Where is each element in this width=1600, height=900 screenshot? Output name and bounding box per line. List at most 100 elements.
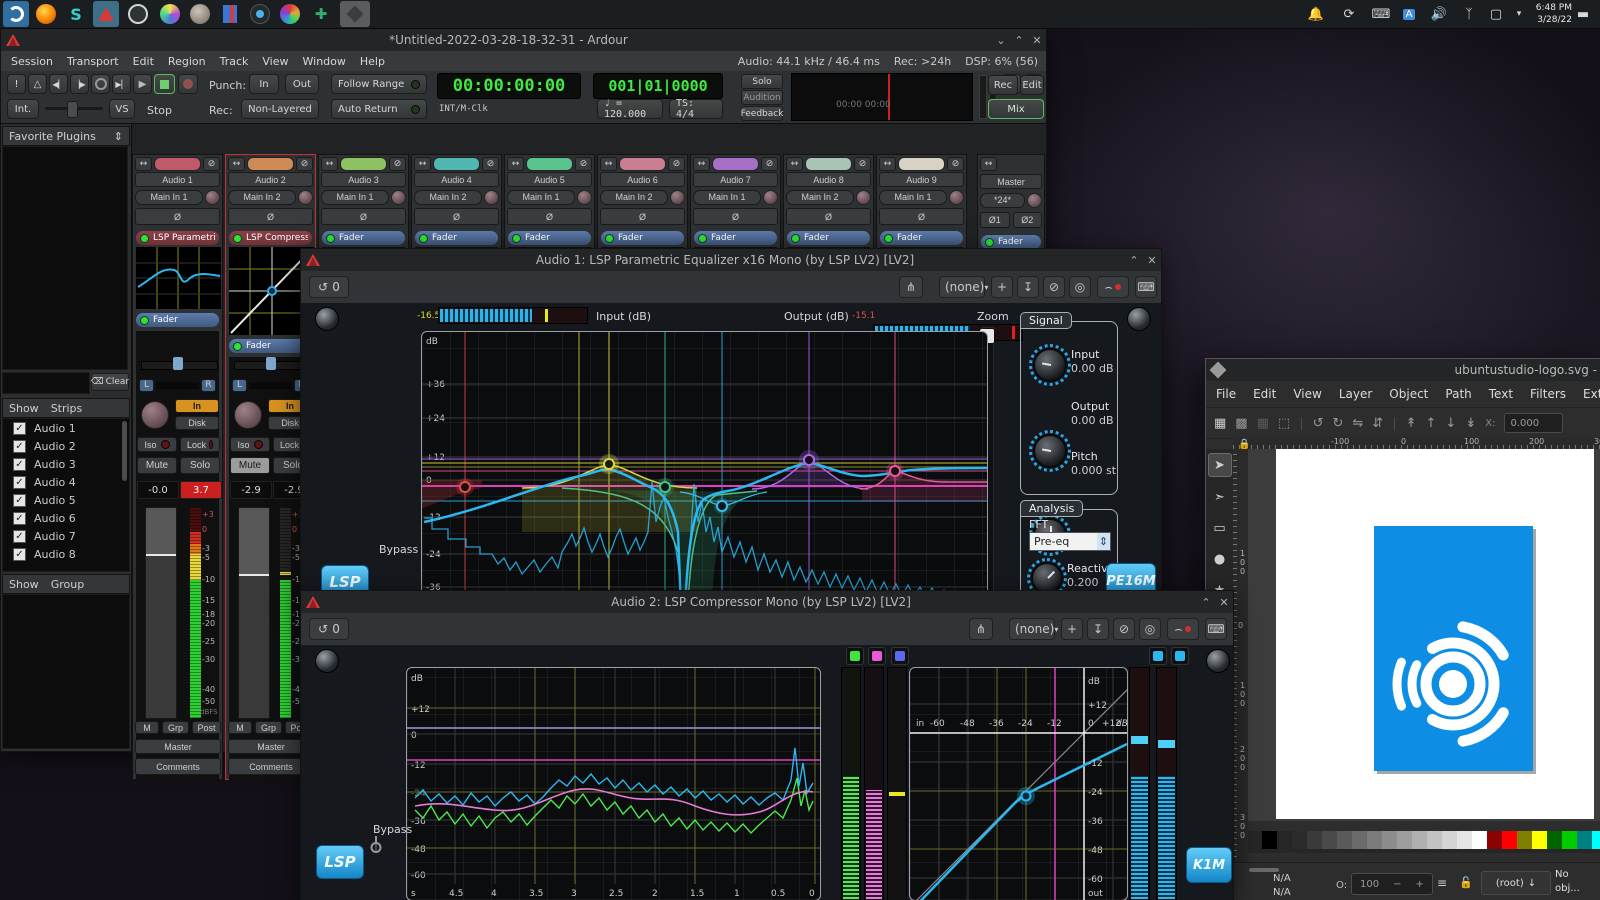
secondary-clock[interactable]: 001|01|0000	[593, 73, 723, 99]
swatch[interactable]	[1502, 831, 1517, 849]
strip-name-button[interactable]: Audio 1	[135, 172, 220, 187]
width-handle-icon[interactable]: ↔	[135, 156, 152, 171]
metronome-button[interactable]: △	[28, 74, 47, 94]
phase-button[interactable]: Ø	[507, 208, 592, 225]
strip-row-audio3[interactable]: ✓ Audio 3	[3, 455, 129, 473]
close-icon[interactable]: ✕	[1215, 596, 1233, 609]
iso-button[interactable]: Iso	[137, 437, 177, 452]
phase-button[interactable]: Ø	[135, 208, 220, 225]
swatch[interactable]	[1352, 831, 1367, 849]
strip-name-button[interactable]: Audio 5	[507, 172, 592, 187]
swatch[interactable]	[1517, 831, 1532, 849]
strip-name-button[interactable]: Audio 6	[600, 172, 685, 187]
strip-input-button[interactable]: Main In 2	[600, 189, 668, 205]
strip-name-button[interactable]: Audio 3	[321, 172, 406, 187]
palette-scrollbar[interactable]	[1249, 868, 1279, 872]
env-led-magenta[interactable]	[868, 647, 886, 665]
strip-row-audio2[interactable]: ✓ Audio 2	[3, 437, 129, 455]
group-button[interactable]: Grp	[255, 721, 282, 734]
raise-icon[interactable]: ↑	[1426, 416, 1437, 431]
iso-button[interactable]: Iso	[230, 437, 270, 452]
inkscape-canvas[interactable]	[1248, 449, 1600, 821]
layer-lock-icon[interactable]: 🔓	[1459, 876, 1473, 889]
output-gain-knob[interactable]	[1029, 430, 1071, 472]
swatch[interactable]	[1457, 831, 1472, 849]
punch-out-button[interactable]: Out	[285, 74, 319, 94]
menu-text[interactable]: Text	[1489, 387, 1513, 401]
strip-row-audio8[interactable]: ✓ Audio 8	[3, 545, 129, 563]
trim-knob[interactable]	[484, 189, 499, 205]
menu-edit[interactable]: Edit	[1253, 387, 1276, 401]
select-all-layers-icon[interactable]: ▩	[1235, 416, 1247, 431]
pan-handle[interactable]	[266, 357, 276, 370]
trim-knob[interactable]	[949, 189, 964, 205]
flip-vertical-icon[interactable]: ⇵	[1372, 416, 1383, 431]
save-preset-icon[interactable]: ↧	[1087, 618, 1109, 640]
flip-horizontal-icon[interactable]: ⇋	[1352, 416, 1363, 431]
strip-input-button[interactable]: Main In 2	[414, 189, 482, 205]
trim-knob[interactable]	[298, 189, 313, 205]
opacity-input[interactable]: 100− +	[1351, 873, 1433, 895]
tray-expand-icon[interactable]: ▾	[1508, 3, 1530, 25]
menu-path[interactable]: Path	[1445, 387, 1471, 401]
add-preset-icon[interactable]: +	[991, 276, 1013, 298]
strip-color-bar[interactable]	[898, 156, 945, 171]
comments-button[interactable]: Comments	[135, 758, 221, 775]
go-start-button[interactable]: ◀▏	[49, 74, 68, 94]
volume-icon[interactable]: 🔊	[1428, 3, 1450, 25]
out-led-cyan[interactable]	[1171, 647, 1189, 665]
phase1-button[interactable]: Ø1	[980, 211, 1010, 228]
swatch[interactable]	[1487, 831, 1502, 849]
gain-led-blue[interactable]	[891, 647, 909, 665]
meter-toggle-icon[interactable]: ⌢	[1097, 276, 1129, 298]
rec-page-button[interactable]: Rec	[988, 75, 1018, 95]
strip-name-button[interactable]: Audio 7	[693, 172, 778, 187]
menu-extensions[interactable]: Extens	[1583, 387, 1600, 401]
meter-toggle-icon[interactable]: ⌢	[1167, 618, 1199, 640]
in-led-cyan[interactable]	[1149, 647, 1167, 665]
phase-button[interactable]: Ø	[600, 208, 685, 225]
midi-panic-button[interactable]: !	[7, 74, 26, 94]
add-preset-icon[interactable]: +	[1061, 618, 1083, 640]
pinout-icon[interactable]: ⋔	[899, 276, 923, 298]
hide-strip-icon[interactable]: ⊘	[668, 156, 685, 171]
trim-knob[interactable]	[670, 189, 685, 205]
menu-filters[interactable]: Filters	[1530, 387, 1566, 401]
stop-button[interactable]	[154, 74, 175, 94]
usb-icon[interactable]: ᛉ	[1458, 3, 1480, 25]
deselect-icon[interactable]: ▦	[1257, 416, 1269, 431]
ubuntustudio-icon[interactable]	[3, 1, 29, 27]
swatch[interactable]	[1577, 831, 1592, 849]
raise-top-icon[interactable]: ↟	[1406, 416, 1417, 431]
gimp-icon[interactable]	[187, 1, 213, 27]
input-monitor-button[interactable]: In	[175, 399, 219, 413]
fader-chip[interactable]: Fader	[787, 231, 870, 245]
logo-rectangle[interactable]	[1374, 526, 1533, 771]
strip-input-button[interactable]: Main In 1	[879, 189, 947, 205]
edit-page-button[interactable]: Edit	[1020, 75, 1044, 95]
strip-name-button[interactable]: Audio 4	[414, 172, 499, 187]
automation-icon[interactable]: ◎	[1069, 276, 1091, 298]
strip-name-button[interactable]: Master	[980, 174, 1042, 189]
strip-input-button[interactable]: Main In 2	[228, 189, 296, 205]
solo-button[interactable]: Solo	[180, 457, 220, 474]
automation-icon[interactable]: ◎	[1139, 618, 1161, 640]
width-handle-icon[interactable]: ↔	[321, 156, 338, 171]
fader-chip[interactable]: Fader	[981, 235, 1041, 249]
lower-bottom-icon[interactable]: ↡	[1465, 416, 1476, 431]
preset-dropdown[interactable]: (none) ▾	[939, 276, 988, 298]
clipboard-icon[interactable]: ▢	[1485, 3, 1507, 25]
minus-icon[interactable]: −	[1393, 879, 1401, 890]
favorites-list[interactable]	[2, 146, 128, 370]
compressor-titlebar[interactable]: Audio 2: LSP Compressor Mono (by LSP LV2…	[301, 591, 1233, 613]
strip-color-bar[interactable]	[247, 156, 294, 171]
phase-button[interactable]: Ø	[786, 208, 871, 225]
node-tool-icon[interactable]: ➣	[1209, 486, 1231, 508]
gain-fader[interactable]	[238, 507, 270, 719]
swatch[interactable]	[1562, 831, 1577, 849]
trim-knob[interactable]	[391, 189, 406, 205]
software-update-icon[interactable]: ⟳	[1338, 3, 1360, 25]
x-input[interactable]: 0.000	[1504, 413, 1564, 433]
record-arm-button[interactable]	[178, 74, 198, 94]
gain-display[interactable]: -0.0	[137, 481, 179, 499]
